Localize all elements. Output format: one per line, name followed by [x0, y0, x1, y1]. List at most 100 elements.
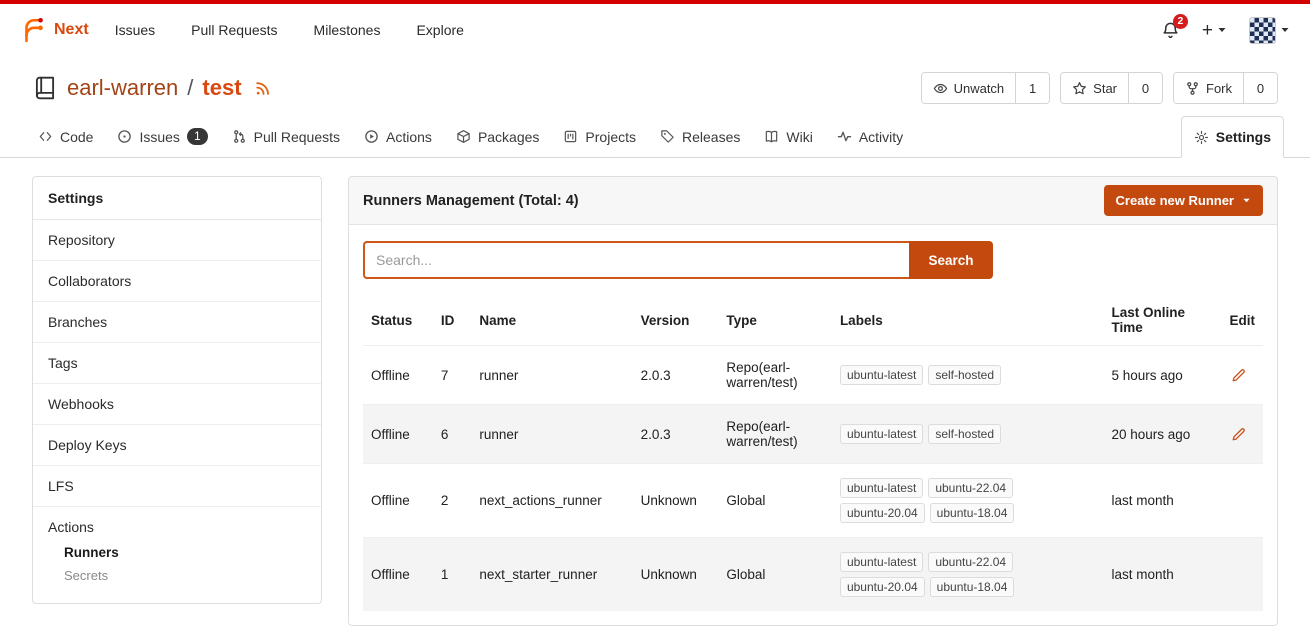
notifications-button[interactable]: 2 [1161, 21, 1180, 40]
tab-label: Actions [386, 129, 432, 145]
runner-label: ubuntu-latest [840, 365, 923, 385]
rss-feed-icon[interactable] [254, 80, 271, 97]
watchers-count[interactable]: 1 [1015, 73, 1049, 103]
home-link[interactable]: Next [20, 17, 89, 43]
tag-icon [660, 129, 675, 144]
nav-link-milestones[interactable]: Milestones [314, 22, 381, 38]
runner-status: Offline [363, 538, 433, 612]
pulse-icon [837, 129, 852, 144]
chevron-down-icon [1242, 196, 1251, 205]
forks-count[interactable]: 0 [1243, 73, 1277, 103]
tab-actions[interactable]: Actions [352, 116, 444, 157]
runner-status: Offline [363, 405, 433, 464]
sidebar-item-deploy-keys[interactable]: Deploy Keys [33, 425, 321, 466]
runner-type: Global [718, 538, 832, 612]
col-name: Name [471, 295, 632, 346]
runners-panel-body: Search Status ID Name Version Type Label… [349, 225, 1277, 625]
top-navbar: Next Issues Pull Requests Milestones Exp… [0, 4, 1310, 56]
runner-edit-cell [1221, 405, 1263, 464]
col-type: Type [718, 295, 832, 346]
tab-wiki[interactable]: Wiki [752, 116, 824, 157]
repo-title-separator: / [187, 75, 193, 101]
star-icon [1072, 81, 1087, 96]
tab-label: Wiki [786, 129, 812, 145]
edit-runner-button[interactable] [1229, 366, 1248, 385]
runner-last-online: last month [1103, 464, 1221, 538]
tab-label: Pull Requests [254, 129, 340, 145]
tab-issues[interactable]: Issues 1 [105, 116, 219, 157]
table-header-row: Status ID Name Version Type Labels Last … [363, 295, 1263, 346]
tab-releases[interactable]: Releases [648, 116, 752, 157]
tab-settings[interactable]: Settings [1181, 116, 1284, 158]
runners-table: Status ID Name Version Type Labels Last … [363, 295, 1263, 611]
sidebar-item-branches[interactable]: Branches [33, 302, 321, 343]
runner-labels: ubuntu-latest ubuntu-22.04 ubuntu-20.04 … [832, 464, 1104, 538]
runner-type: Global [718, 464, 832, 538]
avatar [1249, 17, 1276, 44]
tab-projects[interactable]: Projects [551, 116, 648, 157]
runner-edit-cell [1221, 538, 1263, 612]
table-row: Offline 1 next_starter_runner Unknown Gl… [363, 538, 1263, 612]
sidebar-item-tags[interactable]: Tags [33, 343, 321, 384]
runner-id: 6 [433, 405, 472, 464]
repo-action-buttons: Unwatch 1 Star 0 [921, 72, 1278, 104]
tab-pull-requests[interactable]: Pull Requests [220, 116, 352, 157]
runner-labels: ubuntu-latest self-hosted [832, 405, 1104, 464]
watch-button-group: Unwatch 1 [921, 72, 1051, 104]
panel-title: Runners Management (Total: 4) [363, 193, 579, 209]
runner-version: 2.0.3 [633, 346, 719, 405]
user-menu-dropdown[interactable] [1249, 17, 1290, 44]
repo-name-link[interactable]: test [202, 75, 241, 101]
runner-name: next_starter_runner [471, 538, 632, 612]
book-icon [764, 129, 779, 144]
notification-count-badge: 2 [1173, 14, 1188, 29]
create-new-dropdown[interactable]: + [1202, 21, 1227, 40]
tab-code[interactable]: Code [26, 116, 105, 157]
repo-icon [32, 75, 58, 101]
tab-activity[interactable]: Activity [825, 116, 915, 157]
nav-link-pull-requests[interactable]: Pull Requests [191, 22, 277, 38]
star-button[interactable]: Star [1061, 73, 1128, 103]
runner-name: runner [471, 405, 632, 464]
sidebar-item-webhooks[interactable]: Webhooks [33, 384, 321, 425]
fork-button-group: Fork 0 [1173, 72, 1278, 104]
runner-label: ubuntu-18.04 [930, 503, 1015, 523]
nav-link-explore[interactable]: Explore [416, 22, 463, 38]
sidebar-item-actions[interactable]: Actions Runners Secrets [33, 507, 321, 603]
runner-labels: ubuntu-latest ubuntu-22.04 ubuntu-20.04 … [832, 538, 1104, 612]
repo-owner-link[interactable]: earl-warren [67, 75, 178, 101]
runners-panel-header: Runners Management (Total: 4) Create new… [349, 177, 1277, 225]
nav-link-issues[interactable]: Issues [115, 22, 155, 38]
runner-version: Unknown [633, 538, 719, 612]
search-input[interactable] [363, 241, 909, 279]
search-button[interactable]: Search [909, 241, 993, 279]
runner-edit-cell [1221, 464, 1263, 538]
runner-id: 2 [433, 464, 472, 538]
tab-label: Releases [682, 129, 740, 145]
create-new-runner-button[interactable]: Create new Runner [1104, 185, 1263, 216]
runner-type: Repo(earl-warren/test) [718, 405, 832, 464]
runner-type: Repo(earl-warren/test) [718, 346, 832, 405]
plus-icon: + [1202, 21, 1213, 40]
runner-label: ubuntu-20.04 [840, 503, 925, 523]
runner-labels: ubuntu-latest self-hosted [832, 346, 1104, 405]
runners-panel: Runners Management (Total: 4) Create new… [348, 176, 1278, 626]
pencil-icon [1231, 427, 1246, 442]
pencil-icon [1231, 368, 1246, 383]
col-edit: Edit [1221, 295, 1263, 346]
tab-packages[interactable]: Packages [444, 116, 551, 157]
fork-label: Fork [1206, 81, 1232, 96]
sidebar-item-runners[interactable]: Runners [64, 541, 306, 564]
tab-label: Projects [585, 129, 636, 145]
issue-icon [117, 129, 132, 144]
runner-status: Offline [363, 464, 433, 538]
sidebar-item-lfs[interactable]: LFS [33, 466, 321, 507]
sidebar-item-repository[interactable]: Repository [33, 220, 321, 261]
fork-button[interactable]: Fork [1174, 73, 1243, 103]
stars-count[interactable]: 0 [1128, 73, 1162, 103]
sidebar-item-collaborators[interactable]: Collaborators [33, 261, 321, 302]
unwatch-button[interactable]: Unwatch [922, 73, 1016, 103]
sidebar-item-secrets[interactable]: Secrets [64, 564, 306, 587]
edit-runner-button[interactable] [1229, 425, 1248, 444]
runner-version: Unknown [633, 464, 719, 538]
